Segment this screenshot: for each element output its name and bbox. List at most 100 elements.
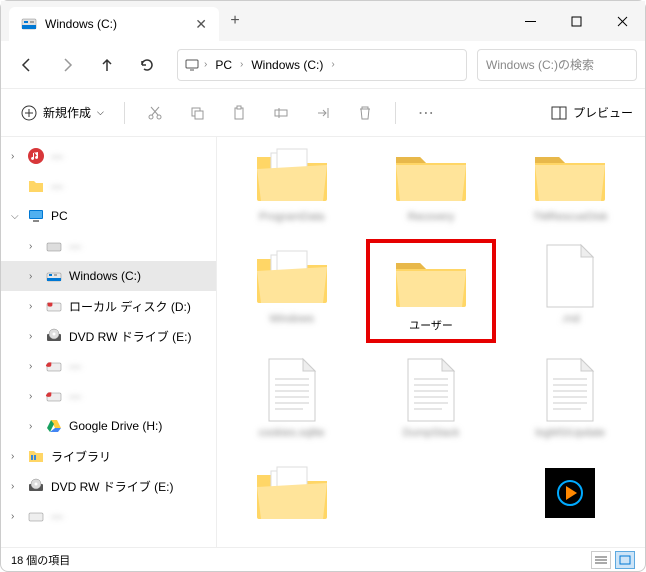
library-icon — [27, 447, 45, 465]
chevron-right-icon[interactable]: › — [238, 59, 245, 70]
media-icon — [531, 461, 609, 525]
monitor-icon — [184, 57, 200, 73]
chevron-right-icon: › — [29, 391, 39, 402]
file-item[interactable] — [227, 455, 356, 535]
paste-button[interactable] — [221, 95, 257, 131]
pc-icon — [27, 207, 45, 225]
preview-icon — [551, 106, 567, 120]
scissors-icon — [147, 105, 163, 121]
tree-item[interactable]: ›— — [1, 381, 216, 411]
navigation-tree[interactable]: ›— — ⌵PC ›— ›Windows (C:) ›ローカル ディスク (D:… — [1, 137, 217, 547]
tree-item-dvd-drive-e[interactable]: ›DVD RW ドライブ (E:) — [1, 321, 216, 351]
file-item[interactable]: ProgramData — [227, 137, 356, 229]
folder-docs-icon — [253, 461, 331, 525]
preview-button[interactable]: プレビュー — [551, 104, 633, 121]
browser-tab[interactable]: Windows (C:) ✕ — [9, 7, 219, 41]
share-button[interactable] — [305, 95, 341, 131]
refresh-button[interactable] — [129, 47, 165, 83]
file-item[interactable] — [506, 455, 635, 535]
forward-button[interactable] — [49, 47, 85, 83]
chevron-right-icon: › — [11, 451, 21, 462]
chevron-right-icon: › — [11, 151, 21, 162]
shield-drive-icon — [27, 507, 45, 525]
chevron-right-icon: › — [29, 361, 39, 372]
close-tab-icon[interactable]: ✕ — [195, 16, 207, 33]
breadcrumb[interactable]: › PC › Windows (C:) › — [177, 49, 467, 81]
chevron-right-icon: › — [29, 331, 39, 342]
list-icon — [595, 555, 607, 565]
music-icon — [27, 147, 45, 165]
file-item[interactable]: logMSIUpdate — [506, 353, 635, 445]
minimize-button[interactable] — [507, 5, 553, 37]
google-drive-icon — [45, 417, 63, 435]
content-area: ›— — ⌵PC ›— ›Windows (C:) ›ローカル ディスク (D:… — [1, 137, 645, 547]
plus-circle-icon — [21, 105, 37, 121]
drive-icon — [45, 267, 63, 285]
back-button[interactable] — [9, 47, 45, 83]
chevron-right-icon: › — [11, 481, 21, 492]
file-item[interactable]: DumpStack — [366, 353, 495, 445]
icons-view-button[interactable] — [615, 551, 635, 569]
shield-drive-icon — [45, 387, 63, 405]
textfile-icon — [253, 359, 331, 423]
chevron-right-icon[interactable]: › — [202, 59, 209, 70]
file-item[interactable]: TMRescueDisk — [506, 137, 635, 229]
new-tab-button[interactable]: + — [219, 12, 251, 30]
cut-button[interactable] — [137, 95, 173, 131]
chevron-right-icon: › — [29, 241, 39, 252]
file-item[interactable]: Recovery — [366, 137, 495, 229]
file-item[interactable]: Windows — [227, 239, 356, 343]
tree-item-libraries[interactable]: ›ライブラリ — [1, 441, 216, 471]
trash-icon — [357, 105, 373, 121]
tree-item-dvd-drive[interactable]: ›DVD RW ドライブ (E:) — [1, 471, 216, 501]
file-item[interactable]: ユーザー — [366, 239, 495, 343]
textfile-icon — [531, 359, 609, 423]
folder-icon — [392, 143, 470, 207]
breadcrumb-pc[interactable]: PC — [211, 56, 236, 74]
navigation-bar: › PC › Windows (C:) › Windows (C:)の検索 — [1, 41, 645, 89]
chevron-right-icon: › — [29, 421, 39, 432]
paste-icon — [231, 105, 247, 121]
toolbar: 新規作成 ⌵ ⋯ プレビュー — [1, 89, 645, 137]
folder-docs-icon — [253, 143, 331, 207]
drive-icon — [21, 16, 37, 32]
details-view-button[interactable] — [591, 551, 611, 569]
breadcrumb-drive[interactable]: Windows (C:) — [247, 56, 327, 74]
maximize-button[interactable] — [553, 5, 599, 37]
file-label: .rnd — [561, 313, 580, 325]
tree-item-google-drive[interactable]: ›Google Drive (H:) — [1, 411, 216, 441]
rename-button[interactable] — [263, 95, 299, 131]
file-item[interactable]: cookies.sqlite — [227, 353, 356, 445]
chevron-right-icon: › — [29, 301, 39, 312]
file-label: DumpStack — [403, 427, 460, 439]
search-input[interactable]: Windows (C:)の検索 — [477, 49, 637, 81]
tree-item-local-disk-d[interactable]: ›ローカル ディスク (D:) — [1, 291, 216, 321]
tree-item[interactable]: ›— — [1, 231, 216, 261]
tree-item-pc[interactable]: ⌵PC — [1, 201, 216, 231]
dvd-drive-icon — [27, 477, 45, 495]
close-button[interactable] — [599, 5, 645, 37]
file-grid[interactable]: ProgramData RecoveryTMRescueDisk Windows ユー… — [217, 137, 645, 547]
tree-item-windows-c[interactable]: ›Windows (C:) — [1, 261, 216, 291]
chevron-right-icon: › — [11, 511, 21, 522]
chevron-right-icon[interactable]: › — [329, 59, 336, 70]
up-button[interactable] — [89, 47, 125, 83]
file-label: cookies.sqlite — [259, 427, 325, 439]
tree-item[interactable]: — — [1, 171, 216, 201]
delete-button[interactable] — [347, 95, 383, 131]
tree-item[interactable]: ›— — [1, 351, 216, 381]
textfile-icon — [392, 359, 470, 423]
copy-button[interactable] — [179, 95, 215, 131]
chevron-right-icon: › — [29, 271, 39, 282]
file-label: ユーザー — [409, 317, 453, 333]
file-label: logMSIUpdate — [535, 427, 605, 439]
file-label: ProgramData — [259, 211, 324, 223]
file-item[interactable]: .rnd — [506, 239, 635, 343]
grid-icon — [619, 555, 631, 565]
new-button[interactable]: 新規作成 ⌵ — [13, 100, 112, 125]
more-button[interactable]: ⋯ — [408, 95, 444, 131]
tree-item[interactable]: ›— — [1, 141, 216, 171]
share-icon — [315, 105, 331, 121]
tree-item[interactable]: ›— — [1, 501, 216, 531]
tab-title: Windows (C:) — [45, 17, 187, 31]
